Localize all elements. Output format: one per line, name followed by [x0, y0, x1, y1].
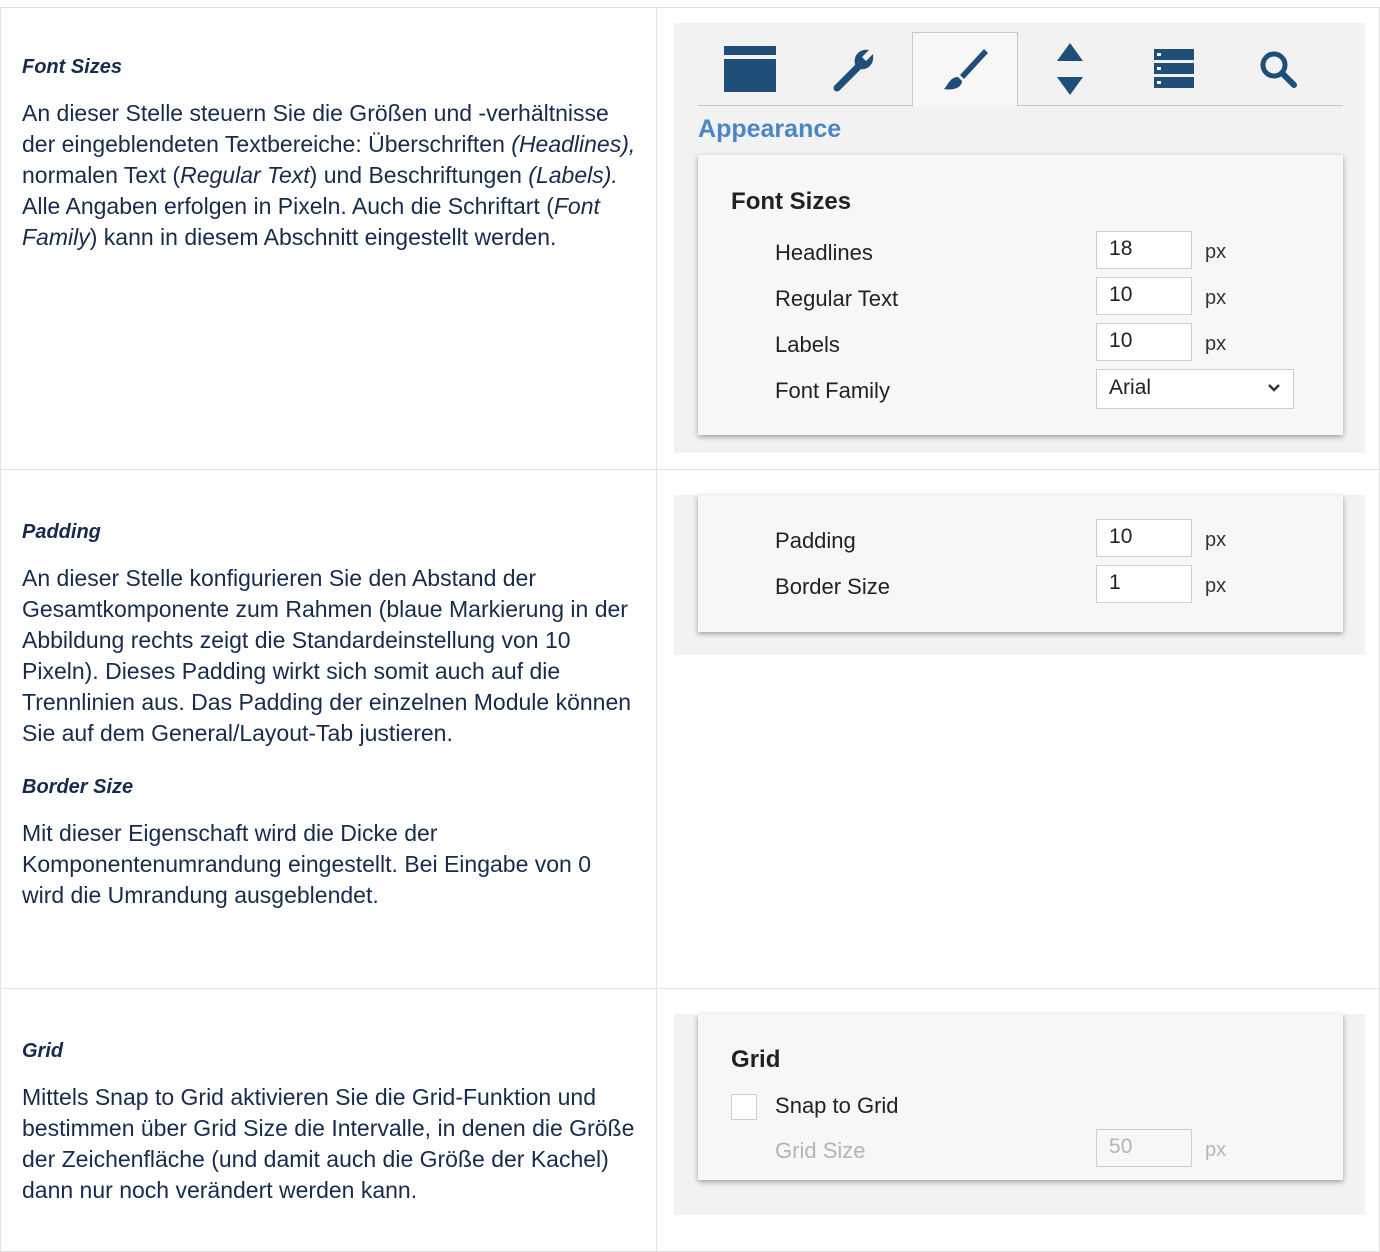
headlines-unit: px: [1205, 241, 1227, 263]
font-sizes-screenshot-cell: Appearance Font Sizes Headlines 18 px Re…: [656, 7, 1380, 470]
padding-screenshot-cell: Padding 10 px Border Size 1 px: [656, 469, 1380, 989]
grid-term: Grid: [22, 1040, 64, 1062]
search-icon: [1260, 51, 1298, 88]
font-family-select[interactable]: Arial: [1096, 369, 1295, 409]
appearance-heading: Appearance: [698, 115, 842, 143]
padding-input[interactable]: 10: [1096, 519, 1193, 557]
border-size-term: Border Size: [22, 776, 134, 798]
wrench-icon: [833, 49, 874, 92]
padding-panel-screenshot: Padding 10 px Border Size 1 px: [674, 495, 1366, 655]
font-sizes-title: Font Sizes: [731, 188, 852, 215]
sort-icon: [1057, 43, 1084, 95]
grid-panel-screenshot: Grid Snap to Grid Grid Size 50 px: [674, 1014, 1366, 1215]
border-size-label: Border Size: [775, 574, 890, 599]
font-sizes-paragraph: An dieser Stelle steuern Sie die Größen …: [22, 100, 636, 250]
regular-text-label: Regular Text: [775, 286, 899, 311]
grid-size-label: Grid Size: [775, 1138, 866, 1163]
grid-card: Grid Snap to Grid Grid Size 50 px: [698, 1014, 1344, 1180]
tab-sorting[interactable]: [1018, 33, 1122, 105]
list-icon: [1154, 49, 1195, 88]
border-size-input[interactable]: 1: [1096, 565, 1193, 603]
grid-size-unit: px: [1205, 1139, 1227, 1161]
tab-search[interactable]: [1226, 33, 1330, 105]
snap-to-grid-checkbox[interactable]: [731, 1094, 758, 1120]
tab-bar: [698, 23, 1344, 107]
grid-paragraph: Mittels Snap to Grid aktivieren Sie die …: [22, 1084, 635, 1203]
font-sizes-card: Font Sizes Headlines 18 px Regular Text …: [698, 155, 1344, 435]
grid-title: Grid: [731, 1046, 781, 1073]
regular-text-input[interactable]: 10: [1096, 277, 1193, 315]
tab-settings[interactable]: [802, 33, 906, 105]
padding-term: Padding: [22, 521, 101, 543]
snap-to-grid-label: Snap to Grid: [775, 1093, 899, 1118]
regular-text-unit: px: [1205, 287, 1227, 309]
grid-screenshot-cell: Grid Snap to Grid Grid Size 50 px: [656, 988, 1380, 1252]
tab-data[interactable]: [1122, 33, 1226, 105]
content-table: Font Sizes An dieser Stelle steuern Sie …: [0, 7, 1380, 1252]
layout-icon: [724, 46, 777, 92]
font-sizes-description-cell: Font Sizes An dieser Stelle steuern Sie …: [0, 7, 658, 470]
font-sizes-term: Font Sizes: [22, 56, 123, 78]
headlines-label: Headlines: [775, 240, 873, 265]
grid-description-cell: Grid Mittels Snap to Grid aktivieren Sie…: [0, 988, 658, 1252]
tab-layout[interactable]: [698, 33, 802, 105]
chevron-down-icon: [1268, 384, 1280, 392]
brush-icon: [944, 48, 989, 90]
tab-appearance[interactable]: [912, 32, 1019, 107]
padding-unit: px: [1205, 529, 1227, 551]
labels-label: Labels: [775, 332, 840, 357]
border-size-paragraph: Mit dieser Eigenschaft wird die Dicke de…: [22, 820, 592, 908]
padding-card: Padding 10 px Border Size 1 px: [698, 495, 1344, 632]
padding-paragraph: An dieser Stelle konfigurieren Sie den A…: [22, 565, 632, 746]
padding-description-cell: Padding An dieser Stelle konfigurieren S…: [0, 469, 658, 989]
font-family-value: Arial: [1109, 376, 1152, 399]
grid-size-input[interactable]: 50: [1096, 1129, 1193, 1167]
headlines-input[interactable]: 18: [1096, 231, 1193, 269]
border-size-unit: px: [1205, 575, 1227, 597]
appearance-panel-screenshot: Appearance Font Sizes Headlines 18 px Re…: [674, 23, 1366, 453]
labels-unit: px: [1205, 333, 1227, 355]
padding-label: Padding: [775, 528, 856, 553]
labels-input[interactable]: 10: [1096, 323, 1193, 361]
font-family-label: Font Family: [775, 378, 890, 403]
